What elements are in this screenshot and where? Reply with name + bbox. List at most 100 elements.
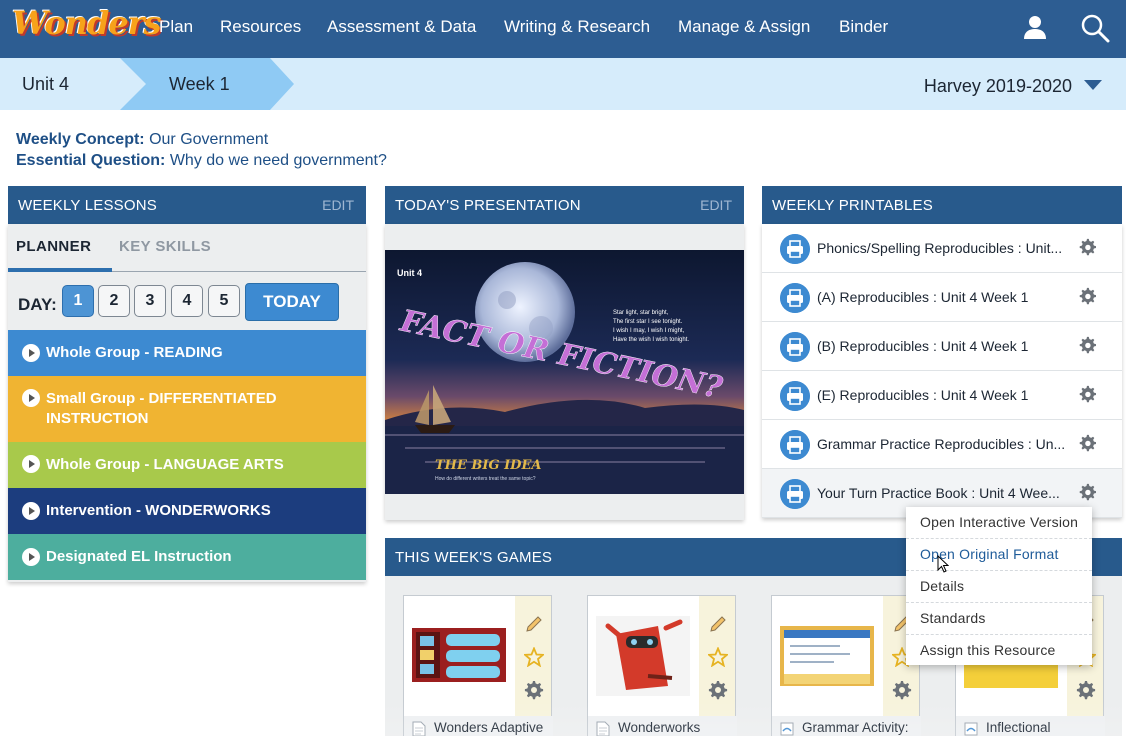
- slide-poem-2: The first star I see tonight.: [613, 319, 683, 325]
- printable-label: Grammar Practice Reproducibles : Un...: [817, 436, 1066, 452]
- lesson-label: Designated EL Instruction: [46, 548, 232, 565]
- lesson-whole-group-reading[interactable]: Whole Group - READING: [8, 330, 366, 376]
- menu-item-label: Open Interactive Version: [920, 514, 1079, 530]
- printable-label: (A) Reproducibles : Unit 4 Week 1: [817, 289, 1029, 305]
- play-icon: [22, 389, 40, 407]
- tab-planner[interactable]: PLANNER: [16, 238, 91, 255]
- play-icon: [22, 455, 40, 473]
- lesson-small-group[interactable]: Small Group - DIFFERENTIATED INSTRUCTION: [8, 376, 366, 442]
- gear-icon[interactable]: [1078, 238, 1096, 256]
- lesson-designated-el[interactable]: Designated EL Instruction: [8, 534, 366, 580]
- game-title: Wonderworks: [618, 720, 701, 735]
- user-icon[interactable]: [1020, 13, 1050, 43]
- game-thumbnail[interactable]: [412, 616, 506, 696]
- printable-label: Phonics/Spelling Reproducibles : Unit...: [817, 240, 1063, 256]
- game-card[interactable]: Wonders Adaptive: [403, 595, 553, 736]
- menu-details[interactable]: Details: [906, 571, 1092, 603]
- search-icon[interactable]: [1080, 13, 1110, 43]
- game-caption: Wonderworks: [588, 716, 737, 736]
- today-button[interactable]: TODAY: [245, 283, 339, 321]
- gear-icon[interactable]: [1078, 287, 1096, 305]
- printable-item[interactable]: Phonics/Spelling Reproducibles : Unit...: [762, 224, 1122, 273]
- menu-assign[interactable]: Assign this Resource: [906, 635, 1092, 667]
- presentation-edit-button[interactable]: EDIT: [700, 197, 732, 213]
- nav-plan[interactable]: Plan: [159, 17, 193, 37]
- menu-item-label: Details: [920, 578, 965, 594]
- lesson-label: Whole Group - LANGUAGE ARTS: [46, 456, 284, 473]
- menu-open-interactive[interactable]: Open Interactive Version: [906, 507, 1092, 539]
- play-icon: [22, 344, 40, 362]
- games-title: THIS WEEK'S GAMES: [395, 549, 553, 566]
- lesson-whole-group-language-arts[interactable]: Whole Group - LANGUAGE ARTS: [8, 442, 366, 488]
- presentation-slide[interactable]: Unit 4 FACT OR FICTION? Star light, star…: [385, 250, 744, 494]
- nav-resources[interactable]: Resources: [220, 17, 301, 37]
- printable-label: (B) Reproducibles : Unit 4 Week 1: [817, 338, 1029, 354]
- printable-item[interactable]: (A) Reproducibles : Unit 4 Week 1: [762, 273, 1122, 322]
- tab-key-skills[interactable]: KEY SKILLS: [119, 238, 211, 255]
- gear-icon[interactable]: [1076, 680, 1096, 700]
- play-icon: [22, 502, 40, 520]
- essential-question-label: Essential Question:: [16, 152, 166, 169]
- game-caption: Wonders Adaptive: [404, 716, 553, 736]
- game-actions: [515, 596, 551, 716]
- printer-icon: [780, 381, 810, 411]
- breadcrumb-week-label: Week 1: [169, 74, 230, 94]
- gear-icon[interactable]: [1078, 385, 1096, 403]
- weekly-concept-label: Weekly Concept:: [16, 131, 145, 148]
- day-2-button[interactable]: 2: [98, 285, 130, 317]
- tab-active-indicator: [8, 268, 112, 272]
- printer-icon: [780, 430, 810, 460]
- menu-open-original[interactable]: Open Original Format: [906, 539, 1092, 571]
- pencil-icon[interactable]: [524, 614, 544, 634]
- printable-item[interactable]: (B) Reproducibles : Unit 4 Week 1: [762, 322, 1122, 371]
- breadcrumb-unit-label: Unit 4: [22, 74, 70, 94]
- web-document-icon: [964, 722, 978, 736]
- weekly-lessons-title: WEEKLY LESSONS: [18, 197, 157, 214]
- presentation-title: TODAY'S PRESENTATION: [395, 197, 581, 214]
- gear-icon[interactable]: [1078, 483, 1096, 501]
- game-title: Inflectional: [986, 720, 1051, 735]
- day-3-button[interactable]: 3: [134, 285, 166, 317]
- document-icon: [412, 721, 426, 736]
- lesson-intervention-wonderworks[interactable]: Intervention - WONDERWORKS: [8, 488, 366, 534]
- gear-icon[interactable]: [892, 680, 912, 700]
- game-thumbnail[interactable]: [596, 616, 690, 696]
- gear-icon[interactable]: [524, 680, 544, 700]
- star-icon[interactable]: [708, 647, 728, 667]
- breadcrumb: Unit 4 Week 1 Harvey 2019-2020: [0, 58, 1126, 110]
- document-icon: [596, 721, 610, 736]
- weekly-lessons-edit-button[interactable]: EDIT: [322, 197, 354, 213]
- pencil-icon[interactable]: [708, 614, 728, 634]
- slide-unit: Unit 4: [397, 268, 422, 278]
- wonders-logo[interactable]: Wonders: [8, 2, 162, 54]
- class-year-select[interactable]: Harvey 2019-2020: [924, 76, 1102, 97]
- game-actions: [699, 596, 735, 716]
- presentation-header: TODAY'S PRESENTATION EDIT: [385, 186, 744, 224]
- game-card[interactable]: Grammar Activity:: [771, 595, 921, 736]
- presentation-panel: Unit 4 FACT OR FICTION? Star light, star…: [385, 224, 744, 520]
- gear-icon[interactable]: [1078, 434, 1096, 452]
- game-card[interactable]: Wonderworks: [587, 595, 737, 736]
- game-title: Grammar Activity:: [802, 720, 909, 735]
- day-5-button[interactable]: 5: [208, 285, 240, 317]
- gear-icon[interactable]: [1078, 336, 1096, 354]
- nav-writing-research[interactable]: Writing & Research: [504, 17, 650, 37]
- day-4-button[interactable]: 4: [171, 285, 203, 317]
- printable-item[interactable]: (E) Reproducibles : Unit 4 Week 1: [762, 371, 1122, 420]
- resource-context-menu: Open Interactive Version Open Original F…: [906, 507, 1092, 665]
- game-caption: Inflectional: [956, 716, 1105, 736]
- printer-icon: [780, 283, 810, 313]
- menu-standards[interactable]: Standards: [906, 603, 1092, 635]
- weekly-concept: Weekly Concept: Our Government: [16, 131, 268, 149]
- day-1-button[interactable]: 1: [62, 285, 94, 317]
- top-nav: Wonders Plan Resources Assessment & Data…: [0, 0, 1126, 58]
- game-thumbnail[interactable]: [780, 616, 874, 696]
- star-icon[interactable]: [524, 647, 544, 667]
- printables-header: WEEKLY PRINTABLES: [762, 186, 1122, 224]
- slide-poem-3: I wish I may, I wish I might,: [613, 328, 685, 334]
- nav-manage-assign[interactable]: Manage & Assign: [678, 17, 810, 37]
- gear-icon[interactable]: [708, 680, 728, 700]
- nav-assessment-data[interactable]: Assessment & Data: [327, 17, 476, 37]
- printable-item[interactable]: Grammar Practice Reproducibles : Un...: [762, 420, 1122, 469]
- nav-binder[interactable]: Binder: [839, 17, 888, 37]
